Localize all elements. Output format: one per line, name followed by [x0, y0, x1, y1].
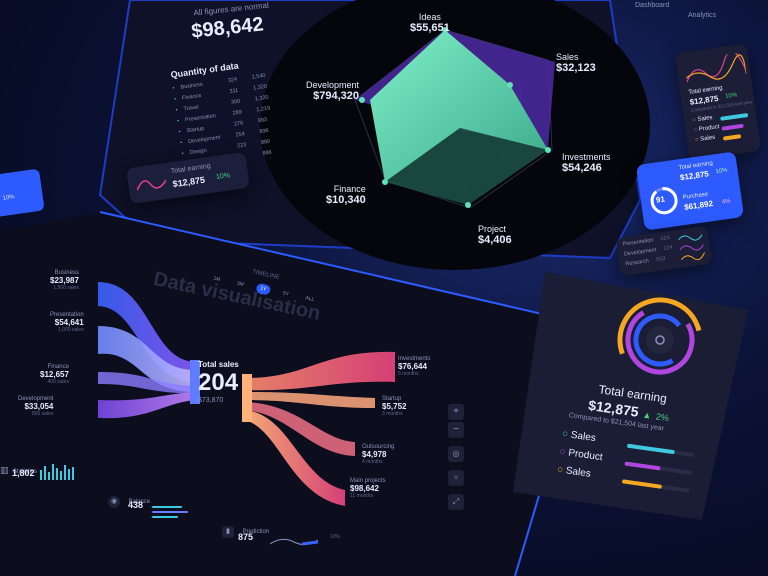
legend-dot-icon: ○ — [561, 428, 569, 441]
legend-dot-icon: ○ — [558, 446, 567, 459]
legend-label: Sales — [570, 429, 597, 445]
big-card-content: Total earning $12,875 ▲ 2% Compared to $… — [555, 378, 695, 496]
legend-label: Sales — [565, 465, 592, 480]
legend-bar — [621, 479, 663, 489]
big-card-pct: 2% — [655, 411, 670, 424]
legend-bar — [624, 461, 661, 471]
legend-dot-icon: ○ — [556, 464, 564, 476]
up-arrow-icon: ▲ — [641, 409, 653, 421]
